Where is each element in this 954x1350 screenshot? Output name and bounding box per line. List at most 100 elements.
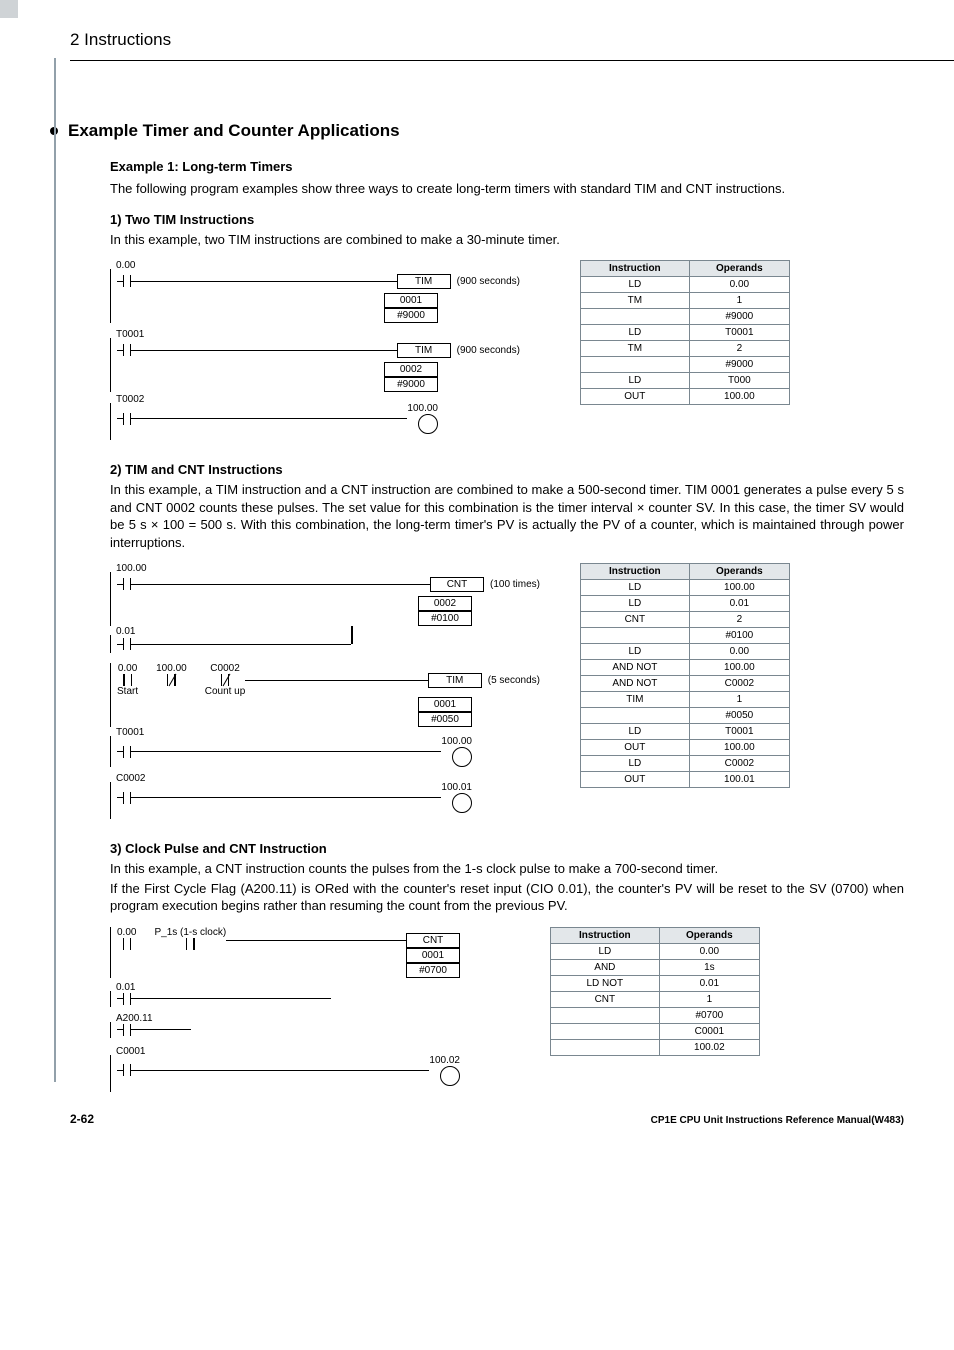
sub1-text: In this example, two TIM instructions ar… xyxy=(110,231,904,249)
doc-title-footer: CP1E CPU Unit Instructions Reference Man… xyxy=(651,1115,904,1126)
no-contact xyxy=(123,938,131,950)
diagram-3: 0.00 P_1s (1-s clock) CNT 0001 xyxy=(110,927,904,1092)
cell: 1 xyxy=(689,293,789,309)
cell: TIM xyxy=(581,692,690,708)
cell xyxy=(581,628,690,644)
cell: 0.01 xyxy=(689,596,789,612)
instr-box: TIM xyxy=(397,274,451,289)
no-contact xyxy=(186,938,194,950)
sidebar-rule xyxy=(54,58,56,1082)
mnemonic-table-1: Instruction Operands LD0.00 TM1 #9000 LD… xyxy=(580,260,790,405)
instr-box: #0050 xyxy=(418,712,472,727)
cell: 1 xyxy=(689,692,789,708)
cell: 0.00 xyxy=(689,277,789,293)
cell: LD xyxy=(581,596,690,612)
cell: LD xyxy=(581,325,690,341)
cell: #0050 xyxy=(689,708,789,724)
no-contact xyxy=(123,578,131,590)
cell: 0.00 xyxy=(689,644,789,660)
sub1-title: 1) Two TIM Instructions xyxy=(110,212,904,227)
cell: 2 xyxy=(689,612,789,628)
cell: LD xyxy=(581,644,690,660)
example1-title: Example 1: Long-term Timers xyxy=(110,159,904,174)
cell: LD xyxy=(581,756,690,772)
cell xyxy=(551,1039,660,1055)
cell: 2 xyxy=(689,341,789,357)
cell: LD xyxy=(581,277,690,293)
cell: 0.00 xyxy=(659,943,759,959)
cell: 100.00 xyxy=(689,389,789,405)
coil-label: 100.01 xyxy=(441,782,472,793)
cell: C0001 xyxy=(659,1023,759,1039)
cell: 100.00 xyxy=(689,660,789,676)
cell: AND NOT xyxy=(581,676,690,692)
mnemonic-table-2: Instruction Operands LD100.00 LD0.01 CNT… xyxy=(580,563,790,788)
cell: LD NOT xyxy=(551,975,660,991)
ladder-3: 0.00 P_1s (1-s clock) CNT 0001 xyxy=(110,927,460,1092)
cell: 100.00 xyxy=(689,740,789,756)
no-contact xyxy=(123,344,131,356)
page: 2 Instructions Example Timer and Counter… xyxy=(0,0,954,1112)
cell: 1s xyxy=(659,959,759,975)
cell xyxy=(551,1007,660,1023)
cell: TM xyxy=(581,341,690,357)
sub3-text2: If the First Cycle Flag (A200.11) is ORe… xyxy=(110,880,904,915)
no-contact xyxy=(123,638,131,650)
no-contact xyxy=(123,746,131,758)
instr-box: TIM xyxy=(428,673,482,688)
cell xyxy=(581,357,690,373)
cell: LD xyxy=(551,943,660,959)
instr-box: CNT xyxy=(430,577,484,592)
cell: OUT xyxy=(581,389,690,405)
contact-label: 0.00 xyxy=(118,663,137,674)
cell: C0002 xyxy=(689,676,789,692)
no-contact xyxy=(123,792,131,804)
cell: LD xyxy=(581,724,690,740)
coil-label: 100.02 xyxy=(429,1055,460,1066)
coil-label: 100.00 xyxy=(407,403,438,414)
example1-intro: The following program examples show thre… xyxy=(110,180,904,198)
note: (5 seconds) xyxy=(488,675,540,686)
instr-box: TIM xyxy=(397,343,451,358)
no-contact xyxy=(123,1064,131,1076)
sub2-text: In this example, a TIM instruction and a… xyxy=(110,481,904,551)
cell: 1 xyxy=(659,991,759,1007)
sub3-title: 3) Clock Pulse and CNT Instruction xyxy=(110,841,904,856)
running-head: 2 Instructions xyxy=(70,30,904,52)
no-contact xyxy=(123,674,131,686)
nc-contact xyxy=(221,674,229,686)
no-contact xyxy=(123,993,131,1005)
cell xyxy=(551,1023,660,1039)
note: (900 seconds) xyxy=(457,345,520,356)
cell: 0.01 xyxy=(659,975,759,991)
cell: 100.02 xyxy=(659,1039,759,1055)
output-coil xyxy=(452,747,472,767)
cell: OUT xyxy=(581,772,690,788)
cell: CNT xyxy=(551,991,660,1007)
note: (900 seconds) xyxy=(457,276,520,287)
cell: C0002 xyxy=(689,756,789,772)
instr-box: 0002 xyxy=(418,596,472,611)
output-coil xyxy=(440,1066,460,1086)
contact-sublabel: Start xyxy=(117,686,138,697)
cell: #9000 xyxy=(689,309,789,325)
instr-box: #9000 xyxy=(384,308,438,323)
th-operands: Operands xyxy=(689,261,789,277)
cell: #0700 xyxy=(659,1007,759,1023)
instr-box: #0100 xyxy=(418,611,472,626)
diagram-1: 0.00 TIM (900 seconds) 0001 xyxy=(110,260,904,440)
sidebar-tab xyxy=(0,0,18,18)
sub2-title: 2) TIM and CNT Instructions xyxy=(110,462,904,477)
cell: LD xyxy=(581,373,690,389)
output-coil xyxy=(452,793,472,813)
running-head-rule xyxy=(70,60,954,61)
sub3-text1: In this example, a CNT instruction count… xyxy=(110,860,904,878)
th-operands: Operands xyxy=(659,927,759,943)
instr-box: CNT xyxy=(406,933,460,948)
cell xyxy=(581,708,690,724)
th-instruction: Instruction xyxy=(581,261,690,277)
cell: LD xyxy=(581,580,690,596)
diagram-2: 100.00 CNT (100 times) 0002 xyxy=(110,563,904,819)
instr-box: 0001 xyxy=(406,948,460,963)
output-coil xyxy=(418,414,438,434)
